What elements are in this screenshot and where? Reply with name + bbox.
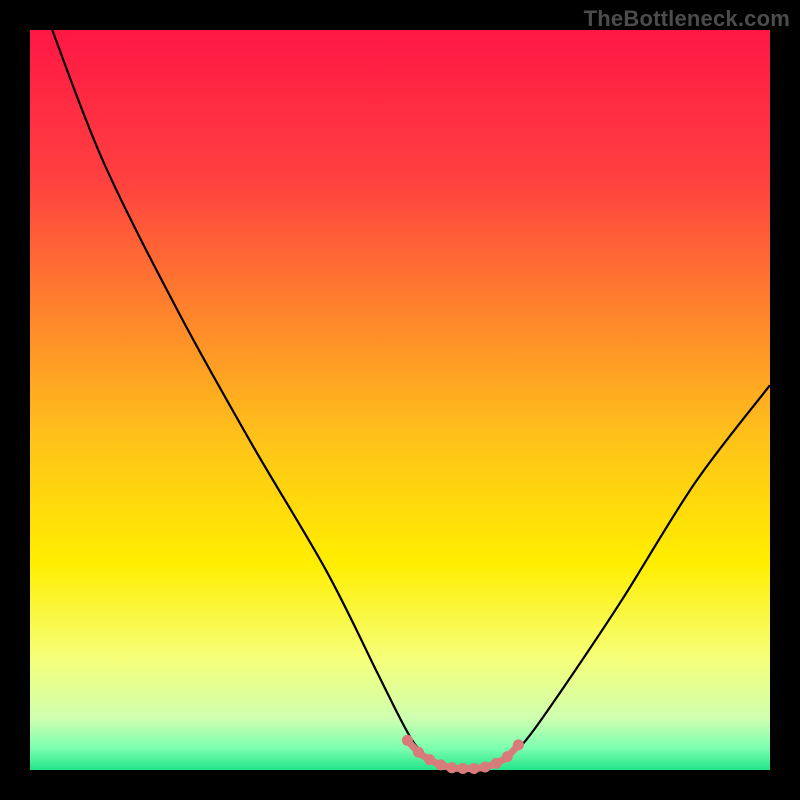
marker-dot — [491, 758, 502, 769]
marker-dot — [469, 763, 480, 774]
marker-dot — [435, 759, 446, 770]
marker-dot — [502, 751, 513, 762]
marker-dot — [424, 754, 435, 765]
marker-dot — [446, 762, 457, 773]
marker-dot — [457, 763, 468, 774]
marker-dot — [513, 739, 524, 750]
plot-area-bg — [30, 30, 770, 770]
marker-dot — [413, 747, 424, 758]
bottleneck-chart — [0, 0, 800, 800]
marker-dot — [480, 762, 491, 773]
chart-frame: TheBottleneck.com — [0, 0, 800, 800]
marker-dot — [402, 735, 413, 746]
watermark-text: TheBottleneck.com — [584, 6, 790, 32]
